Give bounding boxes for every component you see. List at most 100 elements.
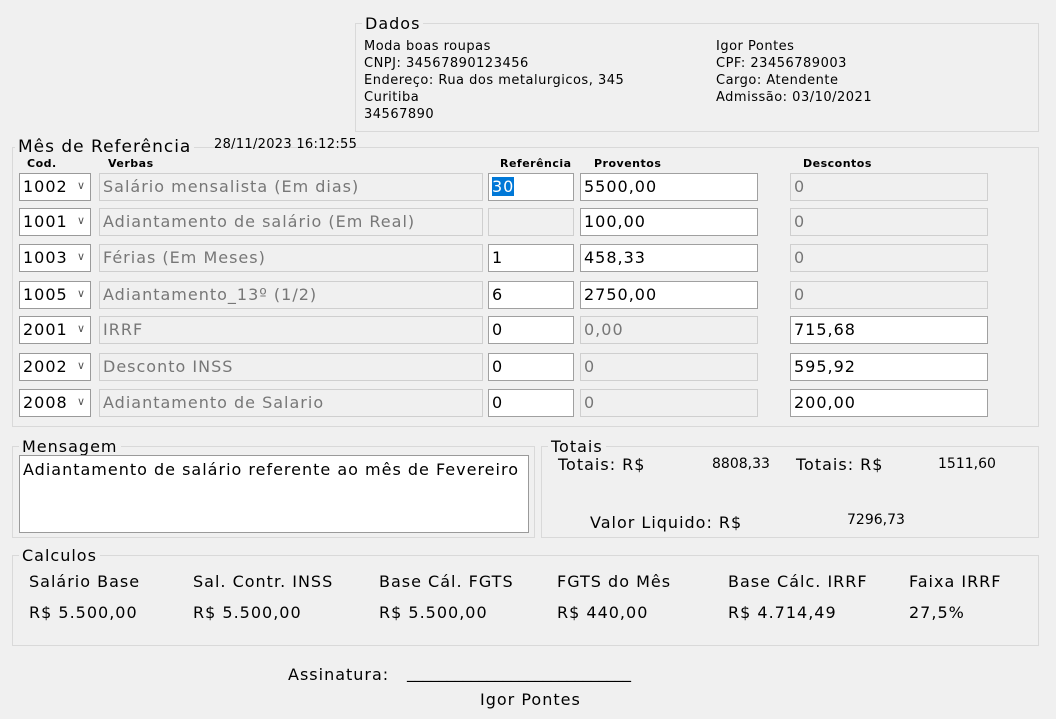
employee-cpf: CPF: 23456789003 (716, 56, 847, 71)
calculos-legend: Calculos (22, 546, 97, 565)
cod-combobox[interactable]: 2002 ∨ (19, 353, 91, 381)
calculo-label: FGTS do Mês (557, 572, 672, 591)
cod-value: 2008 (23, 393, 68, 412)
calculo-value: R$ 4.714,49 (728, 603, 837, 622)
referencia-legend: Mês de Referência (18, 137, 192, 157)
proventos-input[interactable]: 5500,00 (580, 173, 758, 201)
company-city: Curitiba (364, 90, 420, 105)
chevron-down-icon[interactable]: ∨ (77, 287, 86, 300)
calculo-value: R$ 5.500,00 (193, 603, 302, 622)
proventos-input[interactable]: 0 (580, 389, 758, 417)
header-referencia: Referência (500, 157, 572, 170)
cod-value: 2002 (23, 357, 68, 376)
company-cep: 34567890 (364, 107, 435, 122)
descontos-input[interactable]: 0 (790, 173, 988, 201)
calculo-value: 27,5% (909, 603, 965, 622)
verba-field: Adiantamento de salário (Em Real) (99, 208, 483, 236)
company-address: Endereço: Rua dos metalurgicos, 345 (364, 73, 625, 88)
verba-field: Férias (Em Meses) (99, 244, 483, 272)
valor-liquido-value: 7296,73 (847, 512, 905, 528)
assinatura-name: Igor Pontes (480, 690, 581, 709)
chevron-down-icon[interactable]: ∨ (77, 214, 86, 227)
assinatura-line: ____________________________ (407, 663, 631, 682)
totais-legend: Totais (551, 437, 603, 456)
referencia-input[interactable]: 0 (488, 389, 574, 417)
calculo-value: R$ 5.500,00 (379, 603, 488, 622)
descontos-input[interactable]: 715,68 (790, 316, 988, 344)
header-proventos: Proventos (594, 157, 662, 170)
referencia-value: 30 (492, 177, 515, 196)
referencia-value: 1 (492, 248, 504, 267)
totais-proventos-label: Totais: R$ (558, 455, 646, 474)
calculo-value: R$ 440,00 (557, 603, 649, 622)
descontos-input[interactable]: 0 (790, 244, 988, 272)
cod-value: 1001 (23, 212, 68, 231)
cod-value: 1003 (23, 248, 68, 267)
cod-value: 1002 (23, 177, 68, 196)
company-info: Moda boas roupas CNPJ: 34567890123456 En… (364, 38, 624, 123)
totais-descontos-value: 1511,60 (938, 456, 996, 472)
proventos-input[interactable]: 0,00 (580, 316, 758, 344)
referencia-value: 0 (492, 320, 504, 339)
verba-field: Adiantamento_13º (1/2) (99, 281, 483, 309)
verba-field: Desconto INSS (99, 353, 483, 381)
header-descontos: Descontos (803, 157, 872, 170)
cod-value: 1005 (23, 285, 68, 304)
employee-info: Igor Pontes CPF: 23456789003 Cargo: Aten… (716, 38, 872, 106)
referencia-input[interactable]: 30 (488, 173, 574, 201)
employee-role: Cargo: Atendente (716, 73, 839, 88)
dados-legend: Dados (365, 14, 421, 33)
referencia-input[interactable] (488, 208, 574, 236)
employee-name: Igor Pontes (716, 39, 795, 54)
calculos-group: Calculos (12, 546, 1039, 646)
referencia-value: 0 (492, 357, 504, 376)
verba-field: Salário mensalista (Em dias) (99, 173, 483, 201)
referencia-input[interactable]: 0 (488, 353, 574, 381)
descontos-input[interactable]: 0 (790, 208, 988, 236)
assinatura-label: Assinatura: (288, 665, 390, 684)
proventos-input[interactable]: 2750,00 (580, 281, 758, 309)
cod-combobox[interactable]: 1001 ∨ (19, 208, 91, 236)
cod-combobox[interactable]: 2008 ∨ (19, 389, 91, 417)
cod-combobox[interactable]: 2001 ∨ (19, 316, 91, 344)
mensagem-textarea[interactable]: Adiantamento de salário referente ao mês… (19, 455, 529, 533)
referencia-input[interactable]: 1 (488, 244, 574, 272)
totais-proventos-value: 8808,33 (712, 456, 770, 472)
verba-field: IRRF (99, 316, 483, 344)
header-cod: Cod. (27, 157, 57, 170)
header-verbas: Verbas (108, 157, 154, 170)
cod-combobox[interactable]: 1003 ∨ (19, 244, 91, 272)
calculo-label: Salário Base (29, 572, 141, 591)
employee-admission: Admissão: 03/10/2021 (716, 90, 873, 105)
company-name: Moda boas roupas (364, 39, 491, 54)
calculo-label: Sal. Contr. INSS (193, 572, 334, 591)
calculo-label: Faixa IRRF (909, 572, 1002, 591)
proventos-input[interactable]: 100,00 (580, 208, 758, 236)
chevron-down-icon[interactable]: ∨ (77, 322, 86, 335)
referencia-value: 6 (492, 285, 504, 304)
valor-liquido-label: Valor Liquido: R$ (590, 513, 743, 532)
descontos-input[interactable]: 595,92 (790, 353, 988, 381)
calculo-label: Base Cálc. IRRF (728, 572, 868, 591)
proventos-input[interactable]: 0 (580, 353, 758, 381)
referencia-value: 0 (492, 393, 504, 412)
chevron-down-icon[interactable]: ∨ (77, 359, 86, 372)
calculo-label: Base Cál. FGTS (379, 572, 514, 591)
cod-combobox[interactable]: 1005 ∨ (19, 281, 91, 309)
referencia-input[interactable]: 6 (488, 281, 574, 309)
chevron-down-icon[interactable]: ∨ (77, 250, 86, 263)
proventos-input[interactable]: 458,33 (580, 244, 758, 272)
descontos-input[interactable]: 200,00 (790, 389, 988, 417)
mensagem-legend: Mensagem (22, 437, 118, 456)
cod-combobox[interactable]: 1002 ∨ (19, 173, 91, 201)
referencia-input[interactable]: 0 (488, 316, 574, 344)
descontos-input[interactable]: 0 (790, 281, 988, 309)
chevron-down-icon[interactable]: ∨ (77, 395, 86, 408)
reference-datetime: 28/11/2023 16:12:55 (214, 137, 358, 152)
calculo-value: R$ 5.500,00 (29, 603, 138, 622)
company-cnpj: CNPJ: 34567890123456 (364, 56, 529, 71)
totais-descontos-label: Totais: R$ (796, 455, 884, 474)
verba-field: Adiantamento de Salario (99, 389, 483, 417)
chevron-down-icon[interactable]: ∨ (77, 179, 86, 192)
cod-value: 2001 (23, 320, 68, 339)
